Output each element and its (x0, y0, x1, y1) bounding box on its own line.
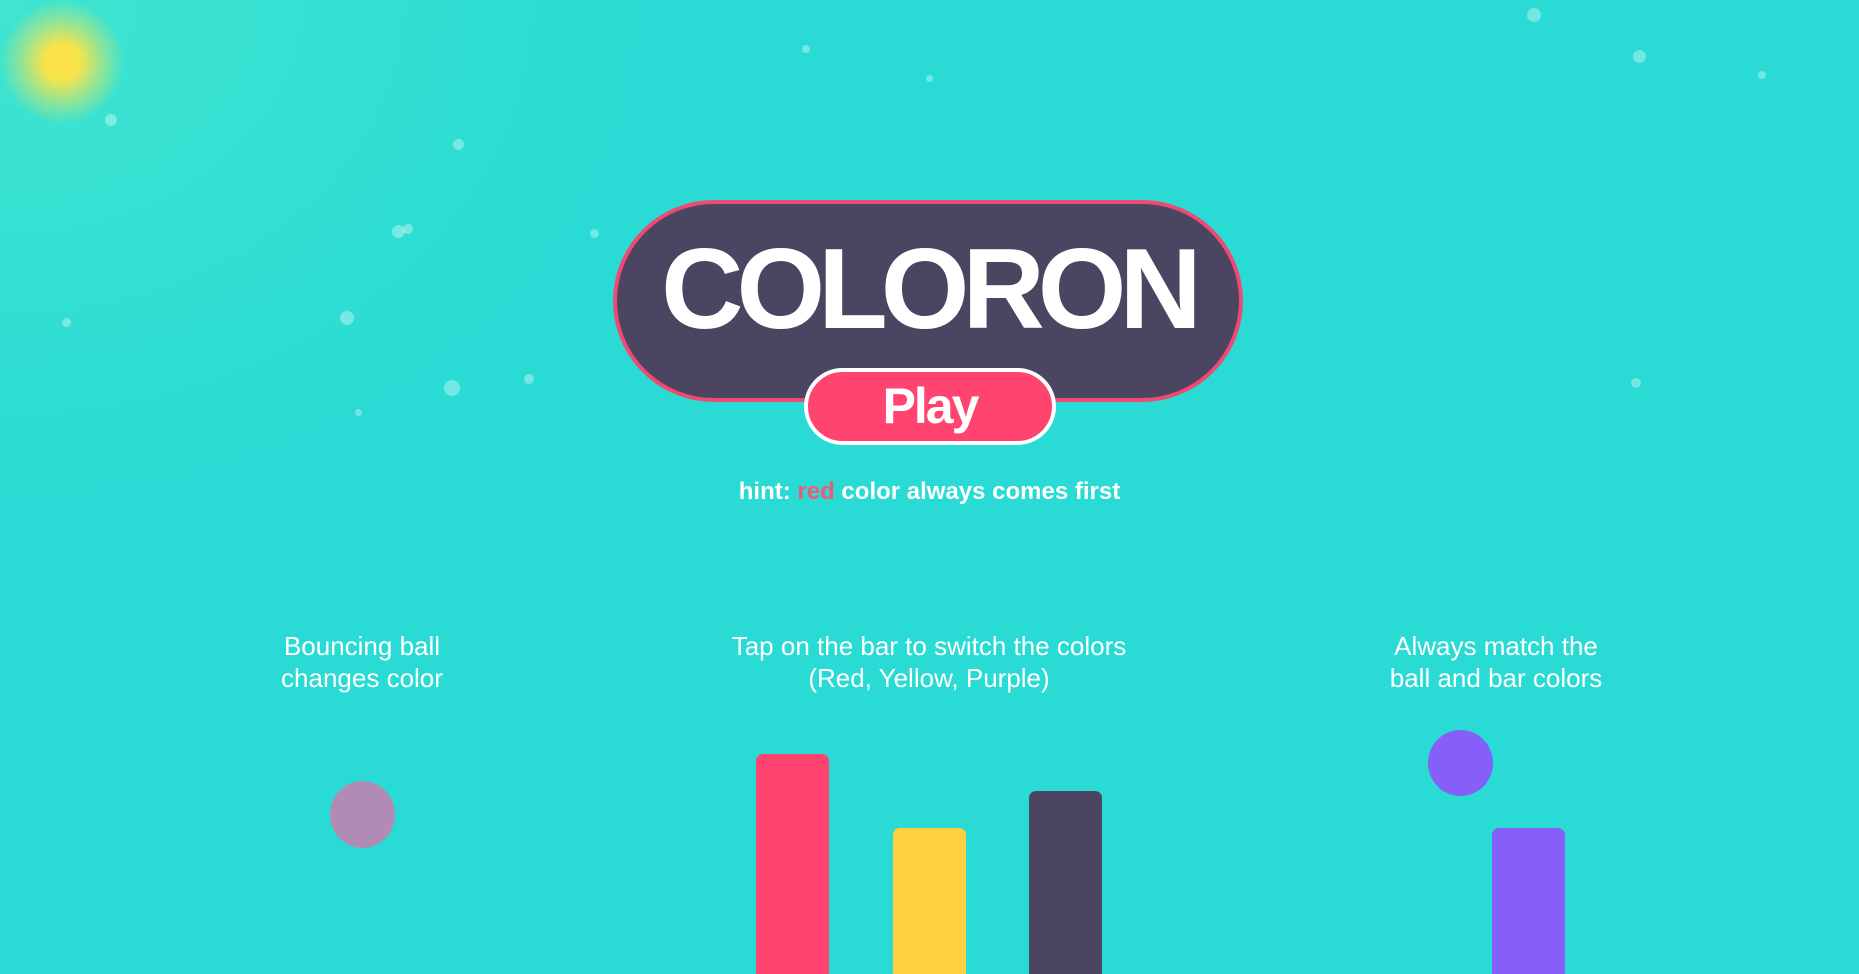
hint-text: hint: red color always comes first (0, 478, 1859, 506)
red-bar (756, 754, 829, 974)
particle (340, 311, 354, 325)
particle (403, 224, 413, 234)
instruction-line: Always match the (1394, 631, 1598, 661)
instruction-match-colors: Always match the ball and bar colors (1346, 630, 1646, 694)
particle (1631, 378, 1641, 388)
particle (1758, 71, 1766, 79)
particle (590, 229, 599, 238)
hint-highlight: red (797, 478, 835, 505)
purple-ball-demo (1428, 730, 1493, 796)
particle (1527, 8, 1541, 22)
particle (524, 374, 534, 384)
instruction-tap-bar: Tap on the bar to switch the colors (Red… (679, 630, 1179, 694)
sun-glow (0, 0, 150, 130)
instruction-line: (Red, Yellow, Purple) (808, 663, 1050, 693)
yellow-bar (893, 828, 966, 974)
game-title: COLORON (661, 226, 1202, 353)
instruction-line: Tap on the bar to switch the colors (731, 631, 1127, 661)
particle (444, 380, 460, 396)
instruction-line: changes color (281, 663, 443, 693)
instruction-line: Bouncing ball (283, 631, 441, 661)
hint-suffix: color always comes first (834, 478, 1121, 505)
particle (105, 114, 117, 126)
hint-prefix: hint: (738, 478, 798, 505)
particle (62, 318, 71, 327)
dark-bar (1029, 791, 1102, 974)
instruction-bouncing-ball: Bouncing ball changes color (212, 630, 512, 694)
particle (1633, 50, 1646, 63)
particle (453, 139, 464, 150)
bouncing-ball-demo (330, 781, 395, 848)
particle (802, 45, 810, 53)
instruction-line: ball and bar colors (1389, 663, 1603, 693)
purple-bar (1492, 828, 1565, 974)
particle (355, 409, 362, 416)
play-button[interactable]: Play (804, 368, 1056, 445)
game-screen: { "title": "COLORON", "play_button": "Pl… (0, 0, 1859, 974)
particle (926, 75, 933, 82)
